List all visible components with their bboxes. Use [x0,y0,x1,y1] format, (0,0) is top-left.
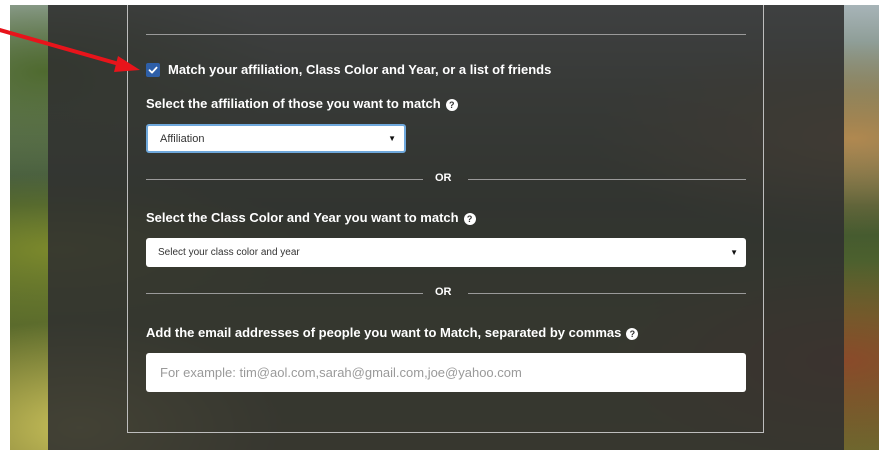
question-circle-icon[interactable]: ? [445,99,458,111]
class-color-select-value: Select your class color and year [158,247,300,258]
divider-line [468,293,746,294]
or-divider: OR [146,286,746,300]
section-divider [146,34,746,35]
class-color-question-text: Select the Class Color and Year you want… [146,210,459,225]
or-divider: OR [146,172,746,186]
affiliation-question-text: Select the affiliation of those you want… [146,96,441,111]
email-question: Add the email addresses of people you wa… [146,324,639,342]
divider-line [468,179,746,180]
divider-line [146,293,423,294]
class-color-question: Select the Class Color and Year you want… [146,209,476,227]
or-label: OR [435,172,452,184]
or-label: OR [435,286,452,298]
question-circle-icon[interactable]: ? [463,213,476,225]
caret-down-icon: ▼ [388,133,396,143]
affiliation-select[interactable]: Affiliation ▼ [146,124,406,153]
affiliation-question: Select the affiliation of those you want… [146,95,458,113]
email-question-text: Add the email addresses of people you wa… [146,325,622,340]
divider-line [146,179,423,180]
affiliation-select-value: Affiliation [160,132,205,145]
red-arrow-icon [0,28,140,72]
question-circle-icon[interactable]: ? [626,328,639,340]
match-options-label: Match your affiliation, Class Color and … [168,62,552,77]
class-color-select[interactable]: Select your class color and year ▼ [146,238,746,267]
email-addresses-input[interactable] [146,353,746,392]
caret-down-icon: ▼ [730,247,738,257]
match-options-row[interactable]: Match your affiliation, Class Color and … [146,62,551,77]
